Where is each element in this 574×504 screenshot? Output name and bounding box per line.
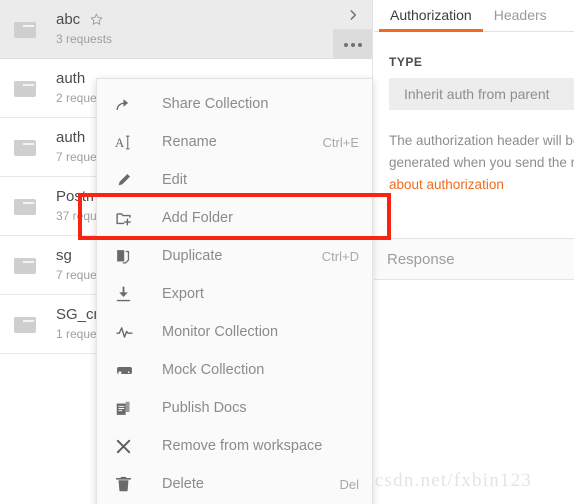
tab-headers[interactable]: Headers <box>483 7 558 31</box>
collection-row[interactable]: abc 3 requests <box>0 0 372 59</box>
ellipsis-icon[interactable] <box>333 30 372 59</box>
dot <box>350 42 355 47</box>
collection-context-menu: Share Collection A Rename Ctrl+E Edit Ad… <box>96 78 373 504</box>
folder-icon <box>14 256 36 274</box>
auth-description-line2: generated when you send the request. Lea… <box>389 155 574 170</box>
collection-texts: abc 3 requests <box>56 10 112 48</box>
menu-item-remove-from-workspace[interactable]: Remove from workspace <box>97 427 372 465</box>
menu-item-label: Publish Docs <box>162 400 247 416</box>
menu-item-label: Delete <box>162 476 204 492</box>
collection-request-count: 3 requests <box>56 32 113 46</box>
document-icon <box>115 400 141 417</box>
menu-item-label: Export <box>162 286 204 302</box>
menu-item-export[interactable]: Export <box>97 275 372 313</box>
menu-item-mock-collection[interactable]: Mock Collection <box>97 351 372 389</box>
duplicate-icon <box>115 248 141 265</box>
detail-tabbar: Authorization Headers <box>374 0 574 32</box>
folder-plus-icon <box>115 210 141 227</box>
postman-window: abc 3 requests auth 2 requests auth 7 re… <box>0 0 574 504</box>
auth-description-line1: The authorization header will be automat… <box>389 133 574 148</box>
download-icon <box>115 285 141 303</box>
menu-item-add-folder[interactable]: Add Folder <box>97 199 372 237</box>
menu-item-shortcut: Ctrl+D <box>321 248 359 264</box>
server-icon <box>115 362 141 379</box>
folder-icon <box>14 20 36 38</box>
request-detail-panel: Authorization Headers TYPE Inherit auth … <box>374 0 574 504</box>
menu-item-label: Edit <box>162 172 187 188</box>
menu-item-monitor-collection[interactable]: Monitor Collection <box>97 313 372 351</box>
share-arrow-icon <box>115 96 141 113</box>
menu-item-edit[interactable]: Edit <box>97 161 372 199</box>
type-label: TYPE <box>389 55 423 69</box>
response-label: Response <box>387 250 455 268</box>
menu-item-shortcut: Ctrl+E <box>322 134 359 150</box>
menu-item-label: Monitor Collection <box>162 324 279 340</box>
collection-name: auth <box>56 70 86 87</box>
collection-name: auth <box>56 129 86 146</box>
pencil-icon <box>115 172 141 189</box>
menu-item-label: Rename <box>162 134 217 150</box>
menu-item-label: Duplicate <box>162 248 223 264</box>
pulse-icon <box>115 324 141 341</box>
tab-authorization[interactable]: Authorization <box>379 7 483 32</box>
auth-description: The authorization header will be automat… <box>389 130 574 196</box>
folder-icon <box>14 315 36 333</box>
collection-title-line: abc <box>56 10 112 29</box>
dot <box>357 42 362 47</box>
menu-item-duplicate[interactable]: Duplicate Ctrl+D <box>97 237 372 275</box>
auth-type-value: Inherit auth from parent <box>404 86 550 102</box>
text-cursor-icon: A <box>115 134 141 151</box>
menu-item-label: Add Folder <box>162 210 233 226</box>
folder-icon <box>14 197 36 215</box>
chevron-right-icon[interactable] <box>333 0 372 30</box>
x-icon <box>115 438 141 455</box>
menu-item-shortcut: Del <box>339 476 359 492</box>
menu-item-share-collection[interactable]: Share Collection <box>97 85 372 123</box>
collection-name: sg <box>56 247 72 264</box>
auth-type-select[interactable]: Inherit auth from parent <box>389 78 574 110</box>
menu-item-rename[interactable]: A Rename Ctrl+E <box>97 123 372 161</box>
collection-name: abc <box>56 11 81 28</box>
menu-item-publish-docs[interactable]: Publish Docs <box>97 389 372 427</box>
star-icon[interactable] <box>89 12 104 27</box>
menu-item-label: Mock Collection <box>162 362 265 378</box>
auth-learn-more-link[interactable]: about authorization <box>389 177 504 192</box>
menu-item-label: Share Collection <box>162 96 269 112</box>
response-header: Response <box>374 239 574 280</box>
trash-icon <box>115 476 141 493</box>
dot <box>343 42 348 47</box>
folder-icon <box>14 79 36 97</box>
svg-text:A: A <box>115 135 125 149</box>
menu-item-label: Remove from workspace <box>162 438 323 454</box>
menu-item-delete[interactable]: Delete Del <box>97 465 372 503</box>
collection-row-actions <box>333 0 372 59</box>
folder-icon <box>14 138 36 156</box>
